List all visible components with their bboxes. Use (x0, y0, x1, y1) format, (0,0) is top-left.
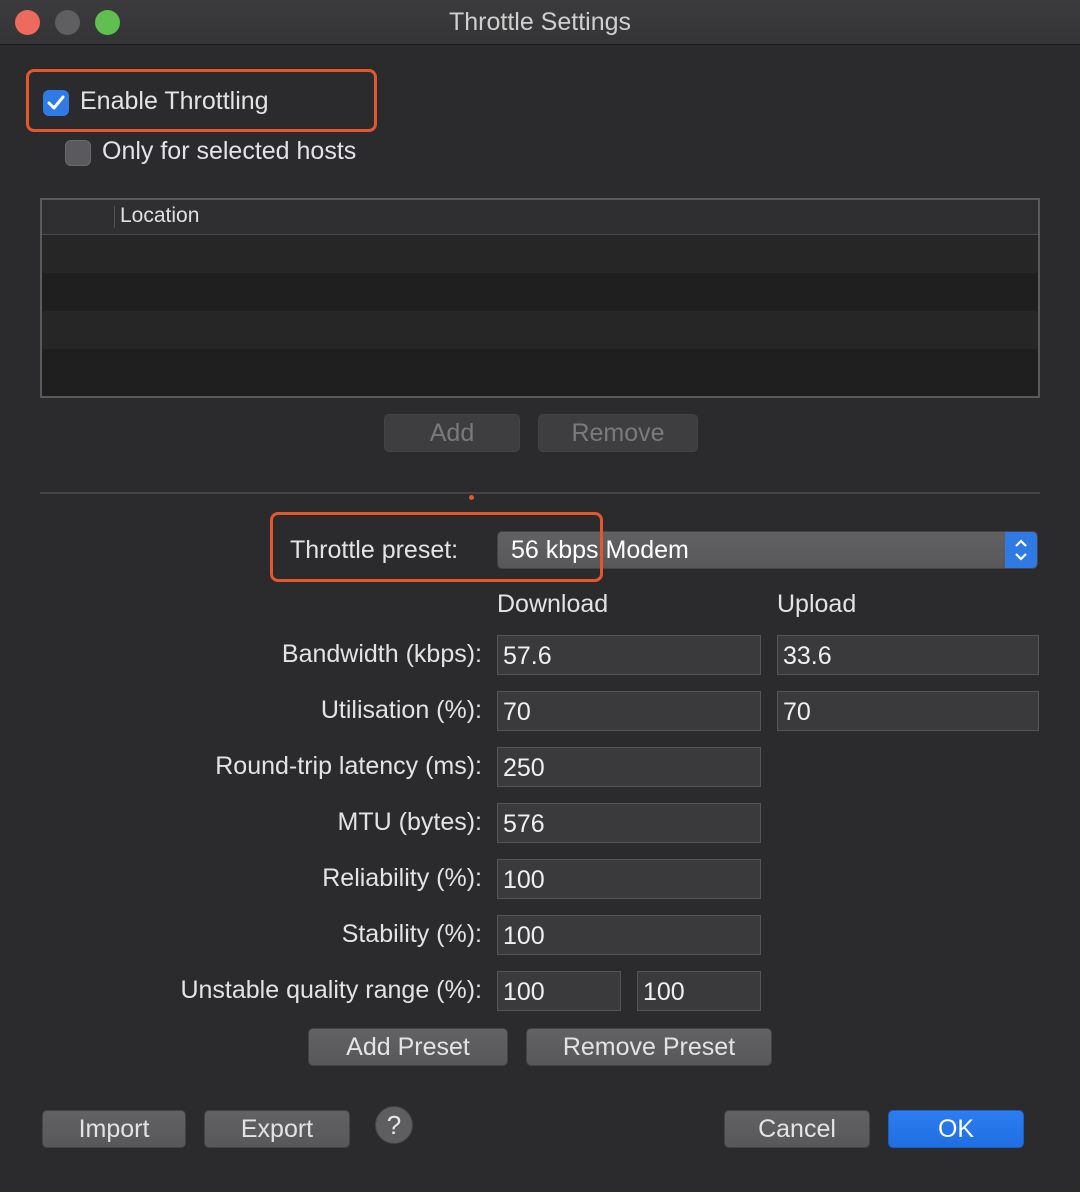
checkmark-icon (47, 95, 65, 110)
cancel-button[interactable]: Cancel (724, 1110, 870, 1148)
only-selected-hosts-checkbox[interactable] (65, 140, 91, 166)
enable-throttling-checkbox[interactable] (43, 90, 69, 116)
utilisation-upload-field[interactable]: 70 (777, 691, 1039, 731)
title-bar: Throttle Settings (0, 0, 1080, 45)
mtu-field[interactable]: 576 (497, 803, 761, 843)
table-row (42, 349, 1038, 387)
utilisation-label: Utilisation (%): (320, 696, 482, 724)
stability-label: Stability (%): (341, 920, 482, 948)
table-body (42, 235, 1038, 387)
table-row (42, 311, 1038, 349)
bandwidth-label: Bandwidth (kbps): (281, 640, 482, 668)
column-separator (114, 206, 115, 228)
reliability-label: Reliability (%): (322, 864, 482, 892)
mtu-label: MTU (bytes): (337, 808, 482, 836)
window-title: Throttle Settings (448, 8, 632, 36)
divider (40, 492, 1040, 494)
table-row (42, 273, 1038, 311)
add-host-button[interactable]: Add (384, 414, 520, 452)
updown-chevron-icon (1005, 532, 1037, 568)
table-row (42, 235, 1038, 273)
upload-column-header: Upload (777, 590, 857, 618)
unstable-range-label: Unstable quality range (%): (180, 976, 482, 1004)
unstable-range-max-field[interactable]: 100 (637, 971, 761, 1011)
table-header: Location (42, 200, 1038, 235)
export-button[interactable]: Export (204, 1110, 350, 1148)
enable-throttling-label[interactable]: Enable Throttling (80, 87, 269, 116)
bandwidth-upload-field[interactable]: 33.6 (777, 635, 1039, 675)
import-button[interactable]: Import (42, 1110, 186, 1148)
remove-preset-button[interactable]: Remove Preset (526, 1028, 772, 1066)
hosts-table[interactable]: Location (40, 198, 1040, 398)
latency-label: Round-trip latency (ms): (215, 752, 482, 780)
stability-field[interactable]: 100 (497, 915, 761, 955)
preset-highlight (270, 512, 603, 582)
add-preset-button[interactable]: Add Preset (308, 1028, 508, 1066)
only-selected-hosts-label[interactable]: Only for selected hosts (102, 137, 356, 166)
help-button[interactable]: ? (375, 1106, 413, 1144)
remove-host-button[interactable]: Remove (538, 414, 698, 452)
utilisation-download-field[interactable]: 70 (497, 691, 761, 731)
annotation-dot (469, 495, 474, 500)
download-column-header: Download (497, 590, 609, 618)
unstable-range-min-field[interactable]: 100 (497, 971, 621, 1011)
reliability-field[interactable]: 100 (497, 859, 761, 899)
bandwidth-download-field[interactable]: 57.6 (497, 635, 761, 675)
ok-button[interactable]: OK (888, 1110, 1024, 1148)
latency-field[interactable]: 250 (497, 747, 761, 787)
location-column-header[interactable]: Location (120, 204, 199, 228)
